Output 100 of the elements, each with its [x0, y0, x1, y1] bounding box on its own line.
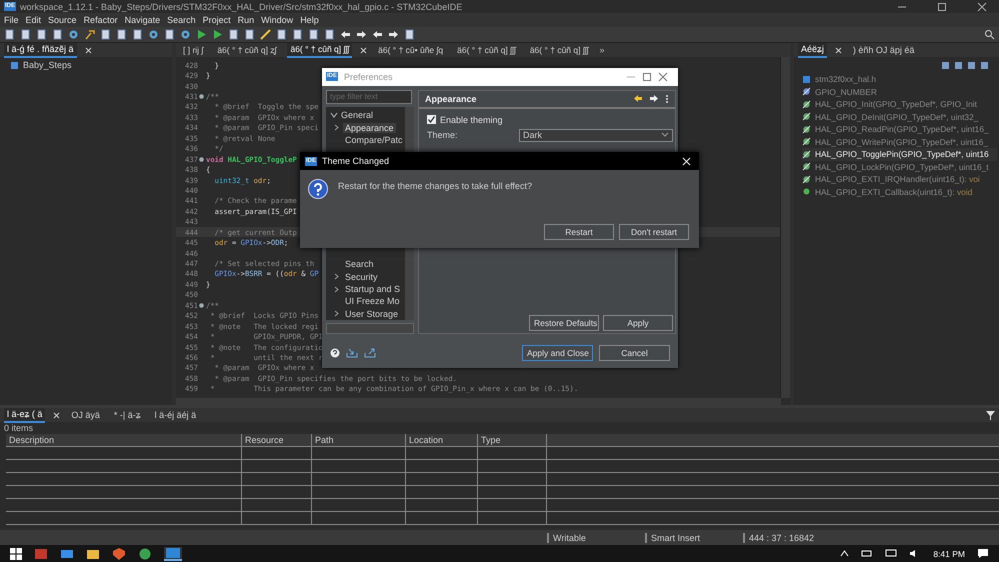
- tree-item[interactable]: Startup and S: [343, 284, 402, 294]
- arrow-right-icon[interactable]: [356, 29, 367, 40]
- dialog-button[interactable]: Apply and Close: [522, 345, 593, 362]
- column-header[interactable]: Description: [6, 434, 242, 446]
- arrow-left-icon[interactable]: [372, 29, 383, 40]
- dropdown[interactable]: Dark: [519, 128, 673, 142]
- document-icon[interactable]: [36, 29, 47, 40]
- outline-item[interactable]: stm32f0xx_hal.h: [815, 74, 876, 84]
- editor-tab[interactable]: ä6( ° † cûñ q] ʐʃ: [214, 44, 280, 56]
- view-tab[interactable]: l ä-éj äéj ä: [152, 408, 200, 422]
- close-icon[interactable]: [53, 412, 60, 418]
- more-icon[interactable]: [665, 94, 669, 104]
- brush-icon[interactable]: [260, 29, 271, 40]
- view-tab[interactable]: l ä-eʑ ( ä: [4, 408, 46, 422]
- export-icon[interactable]: [364, 348, 376, 358]
- scrollbar[interactable]: [780, 57, 790, 398]
- document-icon[interactable]: [308, 29, 319, 40]
- document-icon[interactable]: [116, 29, 127, 40]
- gear-icon[interactable]: [180, 29, 191, 40]
- chevron-up-icon[interactable]: [840, 549, 850, 558]
- folder-icon[interactable]: [86, 548, 100, 560]
- document-icon[interactable]: [292, 29, 303, 40]
- document-icon[interactable]: [244, 29, 255, 40]
- tree-item[interactable]: Search: [343, 259, 376, 270]
- editor-tab[interactable]: ä6( ° † cû• ûñe ʃq: [375, 44, 446, 56]
- arrow-left-icon[interactable]: [340, 29, 351, 40]
- menu-item[interactable]: Project: [202, 15, 231, 25]
- outline-item[interactable]: HAL_GPIO_Init(GPIO_TypeDef*, GPIO_Init: [815, 99, 977, 110]
- outline-item[interactable]: GPIO_NUMBER: [815, 86, 877, 97]
- outline-item[interactable]: HAL_GPIO_DeInit(GPIO_TypeDef*, uint32_: [815, 112, 978, 122]
- arrow-right-icon[interactable]: [388, 29, 399, 40]
- document-icon[interactable]: [276, 29, 287, 40]
- app-icon[interactable]: [138, 548, 152, 560]
- editor-tab[interactable]: ä6( ° † cûñ q] ʃʃʃ: [526, 44, 592, 56]
- horizontal-scrollbar[interactable]: [326, 323, 414, 334]
- menu-item[interactable]: Navigate: [124, 15, 160, 25]
- menu-item[interactable]: Window: [261, 15, 294, 25]
- notification-icon[interactable]: [977, 548, 989, 559]
- dialog-button[interactable]: Cancel: [599, 345, 670, 362]
- view-tab[interactable]: OJ äyä: [68, 408, 103, 422]
- outline-item[interactable]: HAL_GPIO_ReadPin(GPIO_TypeDef*, uint16_: [815, 124, 989, 134]
- column-header[interactable]: Path: [312, 434, 406, 446]
- dialog-button[interactable]: Don't restart: [619, 224, 689, 240]
- document-icon[interactable]: [20, 29, 31, 40]
- document-icon[interactable]: [52, 29, 63, 40]
- import-icon[interactable]: [346, 348, 358, 358]
- document-icon[interactable]: [4, 29, 15, 40]
- menu-item[interactable]: Run: [238, 15, 254, 25]
- view-tab[interactable]: ) èñh OJ äpj éä: [850, 44, 918, 56]
- editor-tab[interactable]: ä6( ° † cûñ q] ʃʃʃ: [287, 42, 352, 58]
- outline-item[interactable]: HAL_GPIO_LockPin(GPIO_TypeDef*, uint16_t: [815, 162, 989, 172]
- column-header[interactable]: Location: [406, 434, 478, 446]
- outline-item[interactable]: HAL_GPIO_WritePin(GPIO_TypeDef*, uint16_: [815, 136, 988, 147]
- play-icon[interactable]: [196, 29, 207, 40]
- document-icon[interactable]: [132, 29, 143, 40]
- app-icon[interactable]: [164, 546, 182, 560]
- document-icon[interactable]: [228, 29, 239, 40]
- dialog-button[interactable]: Restore Defaults: [529, 315, 599, 332]
- tree-item[interactable]: Compare/Patc: [343, 134, 405, 145]
- dialog-button[interactable]: Restart: [544, 224, 614, 240]
- view-tab[interactable]: Aéëʑj: [798, 42, 827, 58]
- gear-icon[interactable]: [68, 29, 79, 40]
- menu-item[interactable]: Source: [48, 15, 77, 25]
- close-icon[interactable]: [84, 46, 92, 54]
- checkbox[interactable]: [427, 115, 436, 124]
- tree-item[interactable]: UI Freeze Mo: [343, 296, 402, 306]
- editor-tab[interactable]: [ ] rĳ ʃ: [180, 44, 206, 56]
- fold-marker-icon[interactable]: [198, 302, 204, 308]
- document-icon[interactable]: [324, 29, 335, 40]
- mail-icon[interactable]: [60, 548, 74, 560]
- view-tab[interactable]: * -| ä-ʑ: [110, 408, 144, 422]
- column-header[interactable]: Resource: [242, 434, 312, 446]
- tree-item[interactable]: User Storage: [343, 308, 400, 319]
- windows-start-icon[interactable]: [10, 548, 22, 560]
- close-icon[interactable]: [360, 46, 368, 54]
- gear-icon[interactable]: [148, 29, 159, 40]
- shield-icon[interactable]: [112, 548, 126, 560]
- view-tab[interactable]: l ä-ǵ fé . fñäzẽj ä: [4, 42, 77, 58]
- tree-item[interactable]: General: [341, 110, 374, 120]
- outline-item[interactable]: HAL_GPIO_EXTI_IRQHandler(uint16_t): voi: [815, 174, 980, 184]
- forward-arrow-icon[interactable]: [649, 94, 659, 104]
- menu-item[interactable]: Edit: [26, 15, 42, 25]
- tree-item[interactable]: Baby_Steps: [23, 60, 72, 70]
- help-icon[interactable]: [330, 348, 340, 358]
- column-header[interactable]: Type: [478, 434, 547, 446]
- horizontal-scrollbar[interactable]: [176, 398, 781, 405]
- filter-icon[interactable]: [986, 410, 995, 420]
- search-icon[interactable]: [984, 29, 995, 40]
- tree-item[interactable]: Appearance: [343, 122, 396, 133]
- close-icon[interactable]: [834, 46, 842, 54]
- play-icon[interactable]: [212, 29, 223, 40]
- menu-item[interactable]: File: [4, 15, 19, 25]
- menu-item[interactable]: Search: [167, 15, 196, 25]
- editor-tab[interactable]: ä6( ° † cûñ q] ʃʃʃ: [454, 44, 519, 56]
- maximize-icon[interactable]: [937, 2, 947, 12]
- fold-marker-icon[interactable]: [198, 156, 204, 162]
- clock[interactable]: 8:41 PM: [933, 548, 965, 558]
- fold-marker-icon[interactable]: [198, 94, 204, 100]
- document-icon[interactable]: [100, 29, 111, 40]
- dialog-button[interactable]: Apply: [603, 315, 673, 332]
